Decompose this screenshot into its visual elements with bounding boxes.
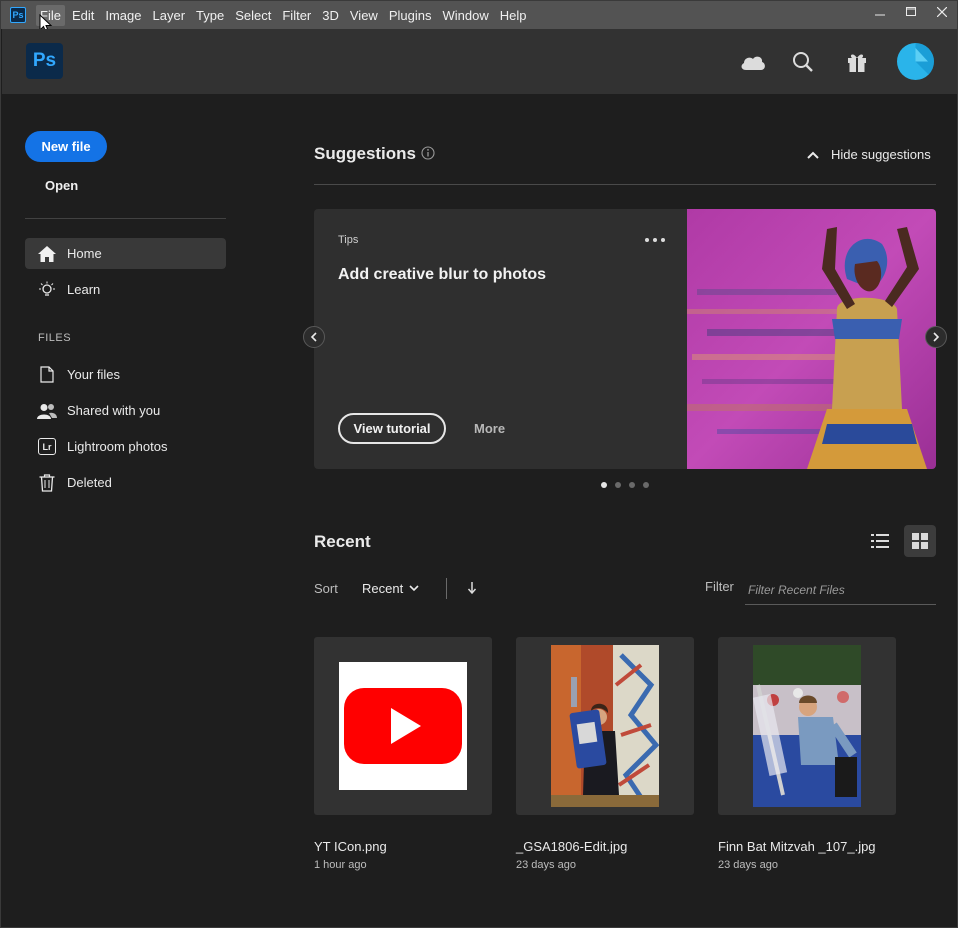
- more-link[interactable]: More: [474, 421, 505, 436]
- menu-layer[interactable]: Layer: [149, 5, 190, 26]
- recent-file-name[interactable]: _GSA1806-Edit.jpg: [516, 839, 627, 854]
- files-section-label: FILES: [38, 332, 72, 344]
- page-dot[interactable]: [629, 482, 635, 488]
- menu-type[interactable]: Type: [192, 5, 228, 26]
- menu-select[interactable]: Select: [231, 5, 275, 26]
- close-button[interactable]: [926, 1, 957, 23]
- suggestion-card: Tips Add creative blur to photos View tu…: [314, 209, 936, 469]
- minimize-icon: [874, 14, 885, 16]
- recent-file-time: 1 hour ago: [314, 859, 367, 871]
- sidebar-item-shared[interactable]: Shared with you: [25, 395, 226, 426]
- sort-label: Sort: [314, 581, 338, 596]
- sidebar-item-your-files[interactable]: Your files: [25, 359, 226, 390]
- menu-filter[interactable]: Filter: [278, 5, 315, 26]
- close-icon: [936, 7, 947, 17]
- page-dot[interactable]: [615, 482, 621, 488]
- menu-3d[interactable]: 3D: [318, 5, 343, 26]
- sidebar-item-label: Your files: [67, 367, 120, 382]
- sort-value: Recent: [362, 581, 404, 596]
- carousel-pagination: [601, 482, 649, 488]
- carousel-prev-button[interactable]: [303, 326, 325, 348]
- maximize-icon: [905, 7, 916, 16]
- recent-file-time: 23 days ago: [516, 859, 576, 871]
- filter-label: Filter: [705, 579, 734, 594]
- menu-view[interactable]: View: [346, 5, 382, 26]
- carousel-next-button[interactable]: [925, 326, 947, 348]
- people-icon: [37, 401, 57, 421]
- recent-file-thumbnail[interactable]: [718, 637, 896, 815]
- recent-file-name[interactable]: YT ICon.png: [314, 839, 387, 854]
- trash-icon: [37, 473, 57, 493]
- youtube-logo-thumbnail: [339, 662, 467, 790]
- app-header: Ps: [2, 29, 957, 94]
- menu-edit[interactable]: Edit: [68, 5, 98, 26]
- page-dot[interactable]: [601, 482, 607, 488]
- sidebar-item-label: Home: [67, 246, 102, 261]
- app-icon[interactable]: Ps: [10, 7, 26, 23]
- recent-file-time: 23 days ago: [718, 859, 778, 871]
- card-category-label: Tips: [338, 234, 359, 246]
- document-icon: [37, 365, 57, 385]
- lightroom-icon: Lr: [37, 437, 57, 457]
- gift-icon[interactable]: [842, 47, 872, 77]
- photo-thumbnail: [753, 645, 861, 807]
- avatar[interactable]: [897, 43, 934, 80]
- home-icon: [37, 244, 57, 264]
- chevron-up-icon: [807, 151, 819, 159]
- chevron-left-icon: [310, 332, 317, 342]
- more-options-icon[interactable]: [645, 235, 665, 245]
- menu-window[interactable]: Window: [438, 5, 492, 26]
- grid-view-icon: [912, 533, 928, 549]
- suggestions-title: Suggestions: [314, 144, 417, 163]
- open-button[interactable]: Open: [45, 178, 78, 193]
- menu-image[interactable]: Image: [101, 5, 145, 26]
- sidebar-item-label: Deleted: [67, 475, 112, 490]
- list-view-button[interactable]: [864, 525, 896, 557]
- dancer-blur-image: [687, 209, 936, 469]
- hide-suggestions-label: Hide suggestions: [831, 147, 931, 162]
- window-controls: [864, 1, 957, 23]
- menu-help[interactable]: Help: [496, 5, 531, 26]
- sort-dropdown[interactable]: Recent: [362, 581, 419, 596]
- sidebar-item-label: Learn: [67, 282, 101, 297]
- menu-bar: Ps File Edit Image Layer Type Select Fil…: [1, 1, 957, 29]
- photo-thumbnail: [551, 645, 659, 807]
- sidebar-item-deleted[interactable]: Deleted: [25, 467, 226, 498]
- recent-file-thumbnail[interactable]: [516, 637, 694, 815]
- list-view-icon: [871, 534, 889, 548]
- maximize-button[interactable]: [895, 1, 926, 23]
- cloud-icon[interactable]: [738, 47, 768, 77]
- hide-suggestions-button[interactable]: Hide suggestions: [807, 147, 931, 162]
- suggestions-divider: [314, 184, 936, 185]
- grid-view-button[interactable]: [904, 525, 936, 557]
- sidebar-item-home[interactable]: Home: [25, 238, 226, 269]
- sidebar-divider: [25, 218, 226, 219]
- photoshop-logo[interactable]: Ps: [26, 43, 63, 79]
- search-icon[interactable]: [788, 47, 818, 77]
- card-title: Add creative blur to photos: [338, 266, 547, 283]
- info-icon[interactable]: [421, 146, 435, 160]
- chevron-down-icon: [409, 585, 419, 592]
- menu-plugins[interactable]: Plugins: [385, 5, 436, 26]
- page-dot[interactable]: [643, 482, 649, 488]
- sidebar-item-label: Shared with you: [67, 403, 161, 418]
- sort-separator: [446, 578, 447, 599]
- lightbulb-icon: [37, 280, 57, 300]
- minimize-button[interactable]: [864, 1, 895, 23]
- recent-file-name[interactable]: Finn Bat Mitzvah _107_.jpg: [718, 839, 876, 854]
- recent-file-thumbnail[interactable]: [314, 637, 492, 815]
- sidebar-item-learn[interactable]: Learn: [25, 274, 226, 305]
- chevron-right-icon: [933, 332, 940, 342]
- photoshop-window: Ps File Edit Image Layer Type Select Fil…: [0, 0, 958, 928]
- filter-recent-input[interactable]: [745, 575, 936, 605]
- sort-direction-icon[interactable]: [464, 579, 480, 597]
- view-tutorial-button[interactable]: View tutorial: [338, 413, 446, 444]
- sidebar-item-label: Lightroom photos: [67, 439, 168, 454]
- new-file-button[interactable]: New file: [25, 131, 107, 162]
- recent-title: Recent: [314, 532, 371, 551]
- sidebar-item-lightroom[interactable]: Lr Lightroom photos: [25, 431, 226, 462]
